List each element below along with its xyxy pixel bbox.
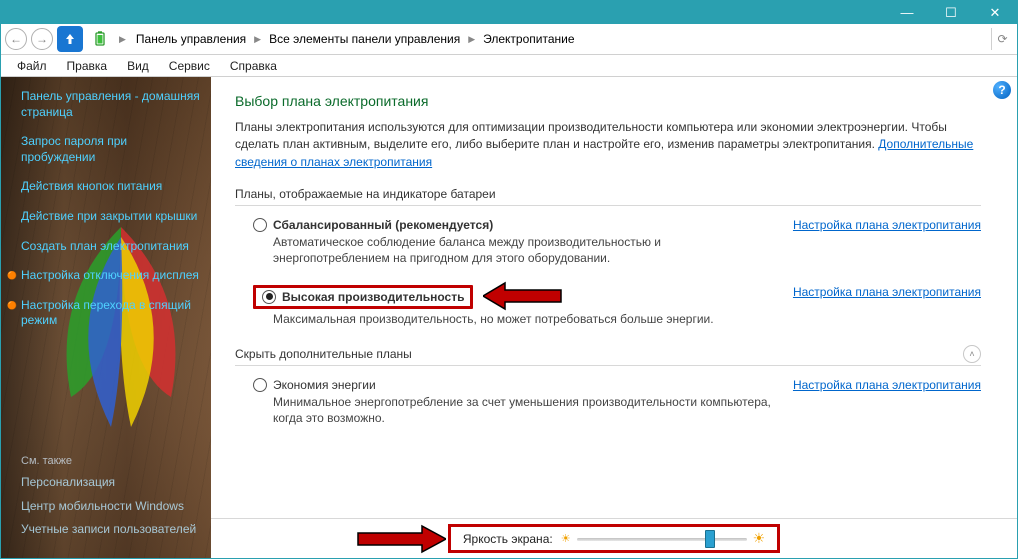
sun-bright-icon: ☀: [753, 530, 766, 547]
chevron-right-icon: ▶: [250, 34, 265, 45]
address-bar: ← → ▶ Панель управления ▶ Все элементы п…: [1, 24, 1017, 55]
plan-economy-name: Экономия энергии: [273, 378, 376, 392]
battery-icon: [89, 28, 111, 50]
plan-economy-radio[interactable]: [253, 378, 267, 392]
sidebar: Панель управления - домашняя страница За…: [1, 77, 211, 558]
body: Панель управления - домашняя страница За…: [1, 77, 1017, 558]
annotation-arrow-icon: [356, 524, 446, 554]
annotation-arrow-icon: [483, 281, 563, 311]
plan-highperf-desc: Максимальная производительность, но може…: [253, 311, 781, 327]
forward-button[interactable]: →: [31, 28, 53, 50]
plans-section-heading: Планы, отображаемые на индикаторе батаре…: [235, 187, 981, 201]
breadcrumb-item[interactable]: Электропитание: [479, 30, 578, 48]
maximize-button[interactable]: ☐: [929, 1, 973, 24]
plan-balanced: Сбалансированный (рекомендуется) Автомат…: [235, 218, 981, 266]
sidebar-seealso-personalization[interactable]: Персонализация: [21, 475, 201, 491]
sun-dim-icon: ☀: [561, 532, 571, 545]
highlight-box: Высокая производительность: [253, 285, 473, 309]
breadcrumb: Панель управления ▶ Все элементы панели …: [130, 30, 991, 48]
plan-highperf-name: Высокая производительность: [282, 290, 464, 304]
brightness-highlight-box: Яркость экрана: ☀ ☀: [448, 524, 780, 553]
sidebar-link-buttons[interactable]: Действия кнопок питания: [21, 179, 201, 195]
plan-balanced-radio[interactable]: [253, 218, 267, 232]
plan-economy: Экономия энергии Минимальное энергопотре…: [235, 378, 981, 426]
brightness-bar: Яркость экрана: ☀ ☀: [211, 518, 1017, 558]
up-button[interactable]: [57, 26, 83, 52]
main-content: ? Выбор плана электропитания Планы элект…: [211, 77, 1017, 558]
menu-file[interactable]: Файл: [7, 57, 57, 75]
plan-balanced-desc: Автоматическое соблюдение баланса между …: [253, 234, 781, 266]
sidebar-link-display[interactable]: Настройка отключения дисплея: [21, 268, 201, 284]
menu-edit[interactable]: Правка: [57, 57, 118, 75]
intro-body: Планы электропитания используются для оп…: [235, 120, 947, 151]
menu-view[interactable]: Вид: [117, 57, 159, 75]
sidebar-seealso-accounts[interactable]: Учетные записи пользователей: [21, 522, 201, 538]
sidebar-seealso-mobility[interactable]: Центр мобильности Windows: [21, 499, 201, 515]
plan-balanced-settings-link[interactable]: Настройка плана электропитания: [793, 218, 981, 266]
menu-bar: Файл Правка Вид Сервис Справка: [1, 55, 1017, 77]
sidebar-seealso-heading: См. также: [21, 455, 201, 467]
sidebar-link-password[interactable]: Запрос пароля при пробуждении: [21, 134, 201, 165]
menu-tools[interactable]: Сервис: [159, 57, 220, 75]
sidebar-link-createplan[interactable]: Создать план электропитания: [21, 239, 201, 255]
plan-economy-settings-link[interactable]: Настройка плана электропитания: [793, 378, 981, 426]
breadcrumb-item[interactable]: Все элементы панели управления: [265, 30, 464, 48]
breadcrumb-item[interactable]: Панель управления: [132, 30, 250, 48]
divider: [235, 365, 981, 366]
plan-highperf-settings-link[interactable]: Настройка плана электропитания: [793, 285, 981, 327]
sidebar-link-lid[interactable]: Действие при закрытии крышки: [21, 209, 201, 225]
page-title: Выбор плана электропитания: [235, 93, 981, 109]
minimize-button[interactable]: —: [885, 1, 929, 24]
close-button[interactable]: ✕: [973, 1, 1017, 24]
slider-thumb[interactable]: [705, 530, 715, 548]
intro-text: Планы электропитания используются для оп…: [235, 119, 981, 171]
menu-help[interactable]: Справка: [220, 57, 287, 75]
brightness-slider[interactable]: [577, 531, 747, 547]
chevron-right-icon: ▶: [464, 34, 479, 45]
back-button[interactable]: ←: [5, 28, 27, 50]
sidebar-link-sleep[interactable]: Настройка перехода в спящий режим: [21, 298, 201, 329]
plan-highperf: Высокая производительность Максимальная …: [235, 285, 981, 327]
plan-highperf-radio[interactable]: [262, 290, 276, 304]
chevron-up-icon: ˄: [963, 345, 981, 363]
refresh-button[interactable]: ⟳: [991, 28, 1013, 50]
title-bar: — ☐ ✕: [1, 1, 1017, 24]
plan-economy-desc: Минимальное энергопотребление за счет ум…: [253, 394, 781, 426]
sidebar-home-link[interactable]: Панель управления - домашняя страница: [21, 89, 201, 120]
additional-plans-toggle[interactable]: Скрыть дополнительные планы ˄: [235, 345, 981, 363]
help-icon[interactable]: ?: [993, 81, 1011, 99]
chevron-right-icon: ▶: [115, 34, 130, 45]
control-panel-window: — ☐ ✕ ← → ▶ Панель управления ▶ Все элем…: [0, 0, 1018, 559]
divider: [235, 205, 981, 206]
plan-balanced-name: Сбалансированный (рекомендуется): [273, 218, 493, 232]
additional-plans-heading: Скрыть дополнительные планы: [235, 347, 412, 361]
brightness-label: Яркость экрана:: [463, 532, 553, 546]
